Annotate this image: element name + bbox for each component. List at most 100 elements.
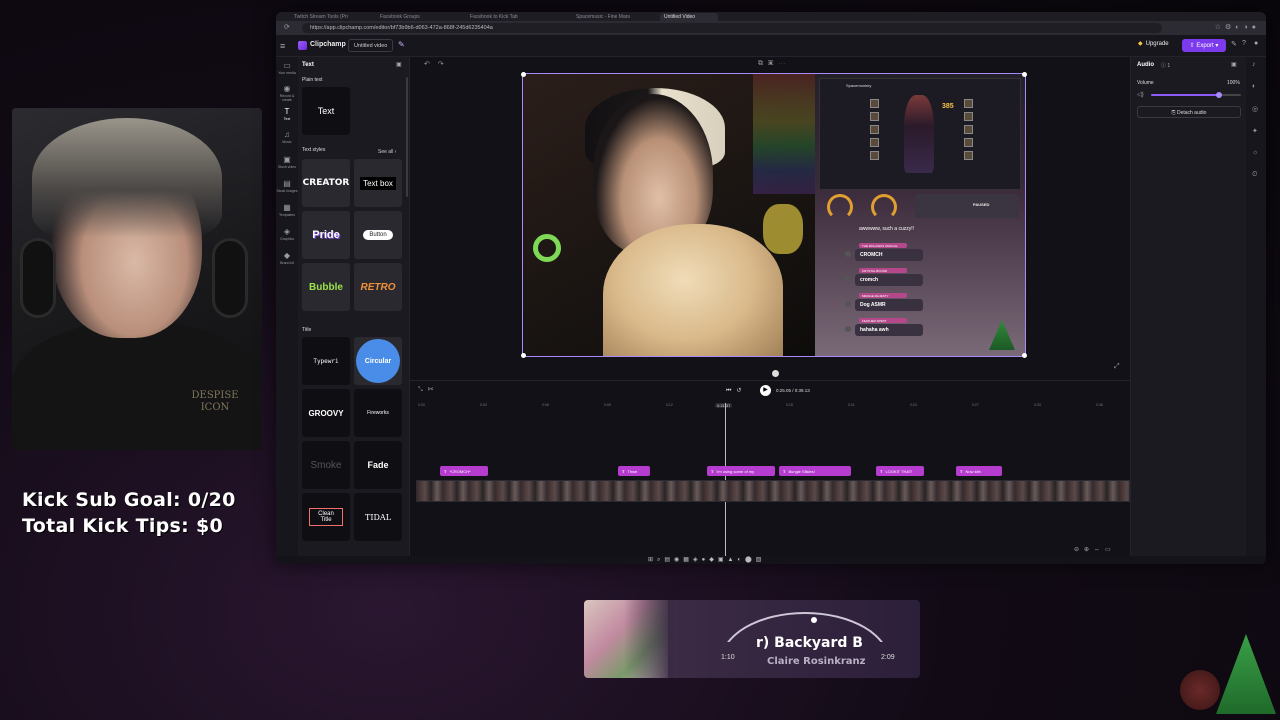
plain-text-heading: Plain text	[302, 77, 323, 83]
magic-wand-icon[interactable]: ✎	[398, 40, 405, 49]
export-button[interactable]: ⇧ Export ▾	[1182, 39, 1226, 52]
browser-tab[interactable]: Facebook to Kick Tab	[466, 13, 524, 21]
speaker-icon[interactable]: ◁)	[1137, 91, 1144, 98]
info-icon[interactable]: ⓘ 1	[1161, 62, 1170, 69]
title-tile-fade[interactable]: Fade	[354, 441, 402, 489]
time-ruler[interactable]: 0:00 0:03 0:06 0:09 0:12 0:18 0:21 0:24 …	[410, 401, 1130, 411]
title-tile-fireworks[interactable]: Fireworks	[354, 389, 402, 437]
resize-handle[interactable]	[1022, 72, 1027, 77]
record-icon: ◉	[283, 84, 291, 93]
title-tile-tidal[interactable]: TIDAL	[354, 493, 402, 541]
text-clip[interactable]: T *CROMCH*	[440, 466, 488, 476]
see-all-link[interactable]: See all ›	[378, 149, 396, 155]
tile-label: TIDAL	[365, 512, 391, 522]
rail-graphics[interactable]: ◈ Graphics	[276, 227, 298, 241]
rail-music[interactable]: ♫ Music	[276, 130, 298, 144]
rail-templates[interactable]: ▦ Templates	[276, 203, 298, 217]
preview-toolbar[interactable]: ⧉▣⋯	[758, 60, 790, 68]
now-playing-widget: r) Backyard B Claire Rosinkranz 1:10 2:0…	[584, 600, 920, 678]
volume-label: Volume	[1137, 80, 1154, 86]
video-track-clip[interactable]	[416, 480, 1130, 502]
timeline-tools-icons[interactable]: ⤡✂	[418, 387, 439, 394]
title-tile-clean[interactable]: Clean Title	[302, 493, 350, 541]
plush-toy	[763, 204, 803, 254]
rail-stock-images[interactable]: ▤ Stock images	[276, 179, 298, 193]
style-tile-retro[interactable]: RETRO	[354, 263, 402, 311]
rail-label: Graphics	[279, 237, 294, 241]
resize-handle[interactable]	[521, 353, 526, 358]
zoom-controls[interactable]: ⊖⊕⇔▭	[1074, 546, 1116, 553]
upgrade-label: Upgrade	[1145, 41, 1169, 47]
collapse-panel-icon[interactable]: ▣	[1231, 61, 1237, 68]
hamburger-icon[interactable]: ≡	[280, 41, 285, 51]
reload-icon[interactable]: ⟳	[284, 23, 290, 31]
adjust-rail-icon[interactable]: ☼	[1252, 149, 1258, 156]
text-clip[interactable]: T I'm using some of my	[707, 466, 775, 476]
text-clip[interactable]: T Now kith	[956, 466, 1002, 476]
title-tile-typewriter[interactable]: Typewri	[302, 337, 350, 385]
rail-record-create[interactable]: ◉ Record & create	[276, 84, 298, 102]
resize-handle[interactable]	[1022, 353, 1027, 358]
taskbar-icons[interactable]: ⊞⌕▤◉▦◈●◆▣▲◐⬤▧	[648, 556, 765, 564]
rail-stock-video[interactable]: ▣ Stock video	[276, 155, 298, 169]
browser-tab[interactable]: Twitch Stream Tools (Pro)	[290, 13, 348, 21]
style-tile-bubble[interactable]: Bubble	[302, 263, 350, 311]
text-tile-plain[interactable]: Text	[302, 87, 350, 135]
text-clip-icon: T	[444, 469, 447, 474]
browser-tab-active[interactable]: Untitled Video	[660, 13, 718, 21]
rail-text[interactable]: T Text	[276, 107, 298, 121]
detach-audio-button[interactable]: ⎘ Detach audio	[1137, 106, 1241, 118]
speed-rail-icon[interactable]: ⏲	[1252, 171, 1257, 179]
preview-webcam-clip	[523, 74, 815, 356]
upgrade-button[interactable]: ◆ Upgrade	[1138, 40, 1169, 47]
preview-canvas[interactable]: Spacemonkey 385 PAUSED awwwww, such a cu…	[522, 73, 1026, 357]
panel-scrollbar[interactable]	[406, 77, 408, 197]
undo-redo-icons[interactable]: ↶↷	[424, 60, 452, 68]
filters-rail-icon[interactable]: ◎	[1252, 105, 1258, 113]
share-icon[interactable]: ✎	[1231, 40, 1237, 48]
play-button[interactable]: ▶	[760, 385, 771, 396]
title-tile-smoke[interactable]: Smoke	[302, 441, 350, 489]
text-clip-icon: T	[711, 469, 714, 474]
style-tile-textbox[interactable]: Text box	[354, 159, 402, 207]
title-tile-groovy[interactable]: GROOVY	[302, 389, 350, 437]
help-icon[interactable]: ?	[1242, 40, 1246, 47]
text-clip[interactable]: T Thwe	[618, 466, 650, 476]
paused-label: PAUSED	[973, 202, 990, 207]
fade-rail-icon[interactable]: ◐	[1252, 83, 1256, 90]
chat-text: cromch	[855, 274, 923, 286]
rail-brand-kit[interactable]: ◆ Brand kit	[276, 251, 298, 265]
fullscreen-icon[interactable]: ⤢	[1114, 363, 1120, 371]
volume-slider[interactable]	[1151, 94, 1241, 96]
audio-rail-icon[interactable]: ♪	[1252, 61, 1256, 68]
text-clip[interactable]: T Bungle Silkies!	[779, 466, 851, 476]
title-tile-circular[interactable]: Circular	[354, 337, 402, 385]
profile-icon[interactable]: ●	[1254, 40, 1258, 47]
url-field[interactable]: https://app.clipchamp.com/editor/bf73b9b…	[302, 23, 1162, 33]
tile-label: Circular	[356, 339, 400, 383]
rotate-handle-icon[interactable]	[772, 370, 779, 377]
playback-controls[interactable]: ⏮↺	[726, 387, 746, 395]
style-tile-creator[interactable]: CREATOR	[302, 159, 350, 207]
green-ring-toy	[533, 234, 561, 262]
image-icon: ▤	[283, 179, 291, 188]
style-tile-pride[interactable]: Pride	[302, 211, 350, 259]
clipchamp-logo-icon	[298, 41, 307, 50]
rail-your-media[interactable]: ▭ Your media	[276, 61, 298, 75]
text-clip[interactable]: T LOOKIT THAT!	[876, 466, 924, 476]
browser-tab[interactable]: Facebook Groups	[376, 13, 434, 21]
style-tile-button[interactable]: Button	[354, 211, 402, 259]
extensions-icon[interactable]: ☆⚙◐◑●	[1215, 23, 1260, 31]
effects-rail-icon[interactable]: ✦	[1252, 127, 1258, 135]
ruler-tick: 0:36	[1096, 403, 1103, 407]
browser-tab[interactable]: Spacemusic - Fine Manage	[572, 13, 630, 21]
resize-handle[interactable]	[521, 72, 526, 77]
album-art	[584, 600, 674, 678]
volume-slider-knob[interactable]	[1215, 92, 1222, 98]
volume-value: 100%	[1227, 80, 1240, 86]
video-title[interactable]: Untitled video	[348, 39, 394, 52]
chat-message: CRYSTAL BOUND cromch	[845, 268, 1015, 290]
collapse-panel-icon[interactable]: ▣	[396, 61, 402, 68]
paused-widget: PAUSED	[915, 194, 1019, 218]
ruler-tick: 0:18	[786, 403, 793, 407]
